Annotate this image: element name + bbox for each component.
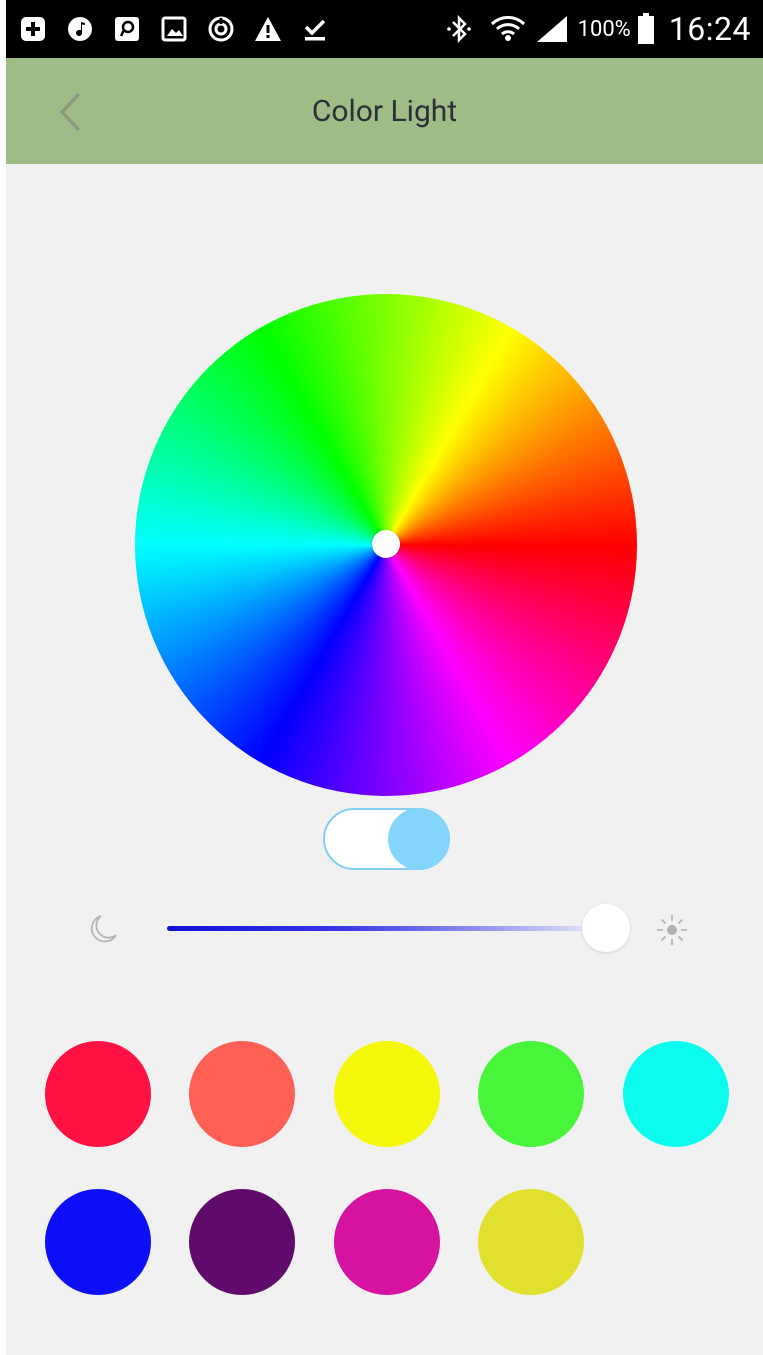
color-swatch-green[interactable] bbox=[478, 1041, 584, 1147]
sync-icon bbox=[206, 14, 236, 44]
sun-icon bbox=[654, 912, 690, 948]
add-box-icon bbox=[18, 14, 48, 44]
app-header: Color Light bbox=[6, 58, 763, 164]
color-wheel-handle[interactable] bbox=[372, 530, 400, 558]
color-swatch-purple[interactable] bbox=[189, 1189, 295, 1295]
color-swatch-yellow[interactable] bbox=[334, 1041, 440, 1147]
download-done-icon bbox=[300, 14, 330, 44]
color-swatch-olive-yellow[interactable] bbox=[478, 1189, 584, 1295]
color-swatch-magenta[interactable] bbox=[334, 1189, 440, 1295]
page-title: Color Light bbox=[311, 93, 458, 129]
signal-icon bbox=[534, 14, 570, 44]
warning-icon bbox=[253, 14, 283, 44]
bluetooth-icon bbox=[444, 14, 474, 44]
color-swatch-blue[interactable] bbox=[45, 1189, 151, 1295]
clock: 16:24 bbox=[668, 10, 751, 48]
brightness-slider[interactable] bbox=[167, 926, 607, 931]
wifi-icon bbox=[490, 14, 526, 44]
toggle-knob bbox=[388, 808, 450, 870]
system-icons: 100% 16:24 bbox=[444, 10, 751, 48]
notification-icons bbox=[18, 14, 330, 44]
battery-icon bbox=[635, 13, 657, 44]
brightness-slider-thumb[interactable] bbox=[582, 904, 630, 952]
image-icon bbox=[159, 14, 189, 44]
moon-icon bbox=[86, 912, 120, 946]
app-screen: 100% 16:24 Color Light bbox=[6, 0, 763, 1355]
color-swatch-red[interactable] bbox=[45, 1041, 151, 1147]
power-toggle[interactable] bbox=[323, 808, 450, 870]
color-swatch-cyan[interactable] bbox=[623, 1041, 729, 1147]
color-swatch-coral[interactable] bbox=[189, 1041, 295, 1147]
status-bar: 100% 16:24 bbox=[6, 0, 763, 58]
music-note-icon bbox=[65, 14, 95, 44]
screen-mirror-icon bbox=[112, 14, 142, 44]
battery-percent: 100% bbox=[577, 16, 631, 42]
